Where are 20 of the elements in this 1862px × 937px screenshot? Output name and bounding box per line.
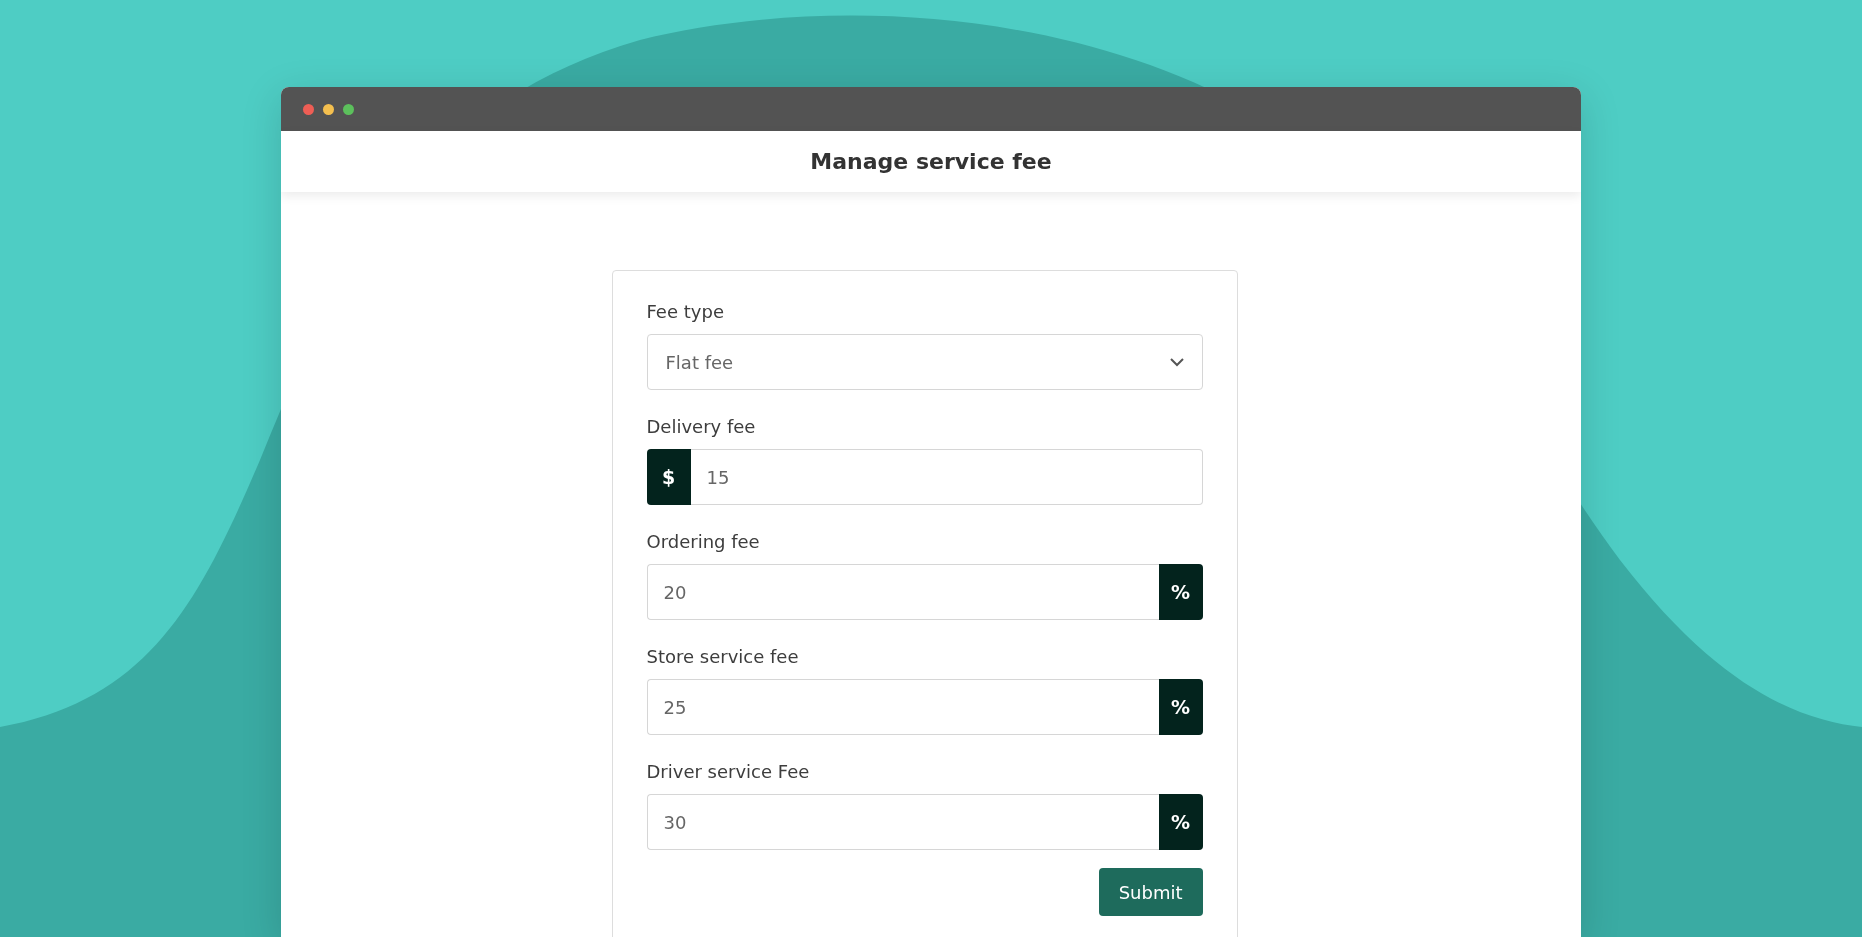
chevron-down-icon xyxy=(1169,357,1184,367)
maximize-dot-icon[interactable] xyxy=(343,103,354,115)
input-field[interactable]: 15 xyxy=(690,449,1203,505)
field-label: Store service fee xyxy=(646,646,800,667)
submit-button[interactable]: Submit xyxy=(1098,868,1203,916)
field-label: Delivery fee xyxy=(646,416,757,437)
input-field[interactable]: 25 xyxy=(646,679,1159,735)
input-field[interactable]: 20 xyxy=(646,564,1159,620)
field-label: Fee type xyxy=(646,301,725,322)
minimize-dot-icon[interactable] xyxy=(323,103,334,115)
field-label: Ordering fee xyxy=(646,531,761,552)
currency-addon: $ xyxy=(646,449,691,505)
field-label: Driver service Fee xyxy=(646,761,811,782)
page-title: Manage service fee xyxy=(810,149,1052,174)
close-dot-icon[interactable] xyxy=(303,103,314,115)
fee-type-select[interactable]: Flat fee xyxy=(646,334,1203,390)
percent-addon: % xyxy=(1158,564,1203,620)
percent-addon: % xyxy=(1158,679,1203,735)
percent-addon: % xyxy=(1158,794,1203,850)
input-field[interactable]: 30 xyxy=(646,794,1159,850)
